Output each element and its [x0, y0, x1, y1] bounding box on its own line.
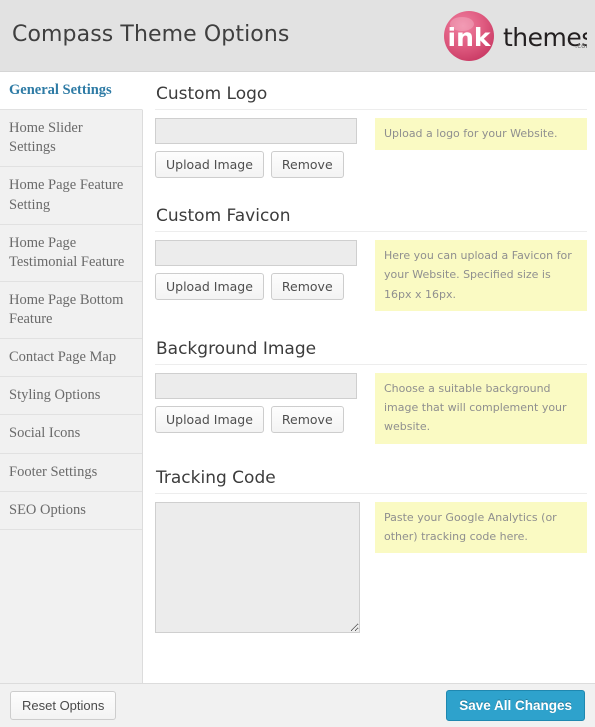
hint-text: Paste your Google Analytics (or other) t…: [375, 501, 587, 553]
remove-button[interactable]: Remove: [270, 273, 344, 300]
section-row: Upload Image Remove Upload a logo for yo…: [155, 118, 587, 178]
reset-options-button[interactable]: Reset Options: [10, 691, 117, 720]
button-group: Upload Image Remove: [155, 151, 365, 178]
save-all-changes-button[interactable]: Save All Changes: [446, 690, 585, 721]
section-divider: [155, 109, 587, 110]
section-divider: [155, 363, 587, 365]
background-image-input[interactable]: [155, 372, 357, 399]
section-custom-logo: Custom Logo Upload Image Remove Upload a…: [155, 84, 587, 178]
section-hint-wrap: Upload a logo for your Website.: [365, 118, 587, 151]
sidebar-item-label: Social Icons: [9, 425, 81, 442]
section-title: Background Image: [156, 338, 317, 359]
section-tracking-code: Tracking Code Paste your Google Analytic…: [155, 468, 587, 633]
sidebar-item-label: Home Page Testimonial Feature: [9, 234, 125, 270]
sidebar-item-footer-settings[interactable]: Footer Settings: [0, 454, 142, 492]
remove-button[interactable]: Remove: [270, 151, 344, 178]
upload-image-button[interactable]: Upload Image: [155, 273, 264, 300]
sidebar-item-label: SEO Options: [9, 501, 86, 518]
sidebar-item-label: General Settings: [9, 82, 112, 98]
hint-text: Upload a logo for your Website.: [375, 118, 587, 151]
section-title: Tracking Code: [156, 467, 276, 488]
section-controls: [155, 501, 365, 633]
section-hint-wrap: Paste your Google Analytics (or other) t…: [365, 501, 587, 553]
sidebar-item-styling-options[interactable]: Styling Options: [0, 377, 142, 416]
hint-text: Here you can upload a Favicon for your W…: [375, 240, 587, 311]
sidebar-item-label: Home Page Bottom Feature: [9, 291, 124, 327]
sidebar-item-home-page-bottom-feature[interactable]: Home Page Bottom Feature: [0, 282, 142, 340]
section-row: Paste your Google Analytics (or other) t…: [155, 501, 587, 633]
section-controls: Upload Image Remove: [155, 372, 365, 433]
section-row: Upload Image Remove Here you can upload …: [155, 240, 587, 311]
tracking-code-textarea[interactable]: [155, 501, 360, 633]
page-footer: Reset Options Save All Changes: [0, 683, 595, 727]
section-background-image: Background Image Upload Image Remove Cho…: [155, 339, 587, 444]
section-controls: Upload Image Remove: [155, 118, 365, 178]
inkthemes-logo-svg: ink themes .com: [444, 11, 594, 61]
upload-image-button[interactable]: Upload Image: [155, 151, 264, 178]
section-hint-wrap: Choose a suitable background image that …: [365, 372, 587, 444]
sidebar-item-social-icons[interactable]: Social Icons: [0, 415, 142, 454]
settings-content: Custom Logo Upload Image Remove Upload a…: [143, 72, 595, 683]
sidebar-item-contact-page-map[interactable]: Contact Page Map: [0, 339, 142, 378]
remove-button[interactable]: Remove: [270, 405, 344, 433]
settings-sidebar: General Settings Home Slider Settings Ho…: [0, 72, 143, 683]
section-custom-favicon: Custom Favicon Upload Image Remove Here …: [155, 206, 587, 311]
section-row: Upload Image Remove Choose a suitable ba…: [155, 372, 587, 444]
sidebar-item-label: Styling Options: [9, 387, 101, 404]
section-divider: [155, 492, 587, 494]
page-title: Compass Theme Options: [12, 22, 290, 47]
inkthemes-logo: ink themes .com: [439, 8, 594, 64]
sidebar-item-home-page-testimonial-feature[interactable]: Home Page Testimonial Feature: [0, 225, 142, 282]
custom-favicon-input[interactable]: [155, 240, 357, 266]
page-body: General Settings Home Slider Settings Ho…: [0, 72, 595, 683]
sidebar-item-seo-options[interactable]: SEO Options: [0, 492, 142, 530]
button-group: Upload Image Remove: [155, 405, 365, 433]
sidebar-item-label: Contact Page Map: [9, 349, 117, 366]
sidebar-item-home-slider-settings[interactable]: Home Slider Settings: [0, 110, 142, 168]
logo-tld-text: .com: [575, 42, 587, 50]
section-hint-wrap: Here you can upload a Favicon for your W…: [365, 240, 587, 311]
sidebar-item-label: Footer Settings: [9, 463, 98, 480]
section-divider: [155, 231, 587, 232]
section-title: Custom Logo: [156, 84, 268, 104]
hint-text: Choose a suitable background image that …: [375, 372, 587, 444]
custom-logo-input[interactable]: [155, 118, 357, 144]
section-title: Custom Favicon: [156, 206, 291, 226]
sidebar-item-label: Home Page Feature Setting: [9, 177, 124, 213]
sidebar-item-label: Home Slider Settings: [9, 120, 83, 156]
sidebar-item-general-settings[interactable]: General Settings: [0, 72, 143, 111]
logo-ink-text: ink: [448, 23, 492, 52]
upload-image-button[interactable]: Upload Image: [155, 405, 264, 433]
page-header: Compass Theme Options ink themes .com: [0, 0, 595, 72]
section-controls: Upload Image Remove: [155, 240, 365, 300]
sidebar-item-home-page-feature-setting[interactable]: Home Page Feature Setting: [0, 167, 142, 225]
button-group: Upload Image Remove: [155, 273, 365, 300]
